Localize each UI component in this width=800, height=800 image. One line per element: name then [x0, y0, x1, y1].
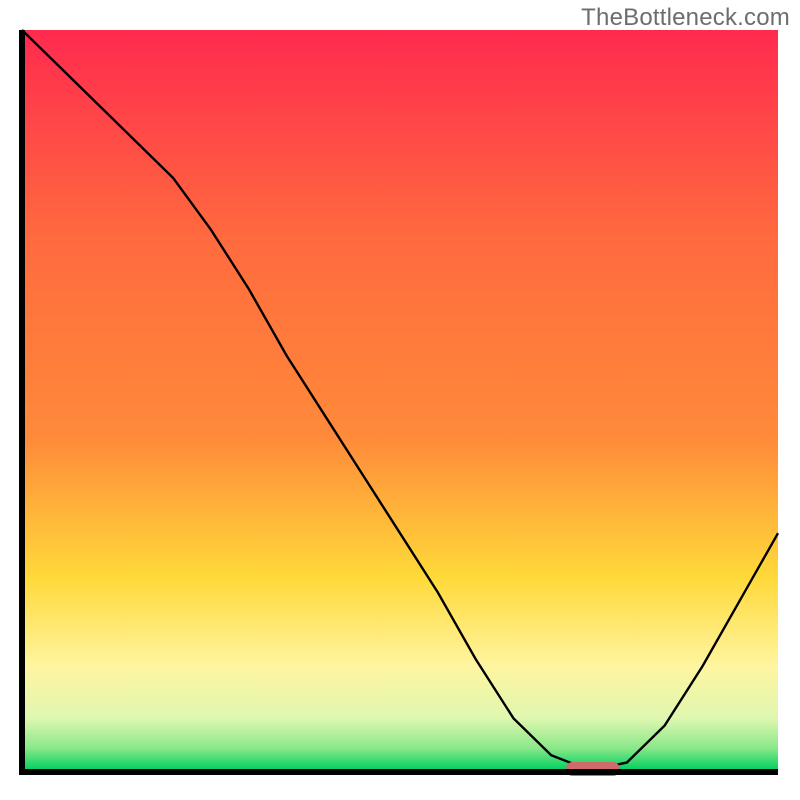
- plot-area: [22, 30, 778, 776]
- watermark-text: TheBottleneck.com: [581, 4, 790, 32]
- chart-svg: [0, 0, 800, 800]
- bottleneck-chart: TheBottleneck.com: [0, 0, 800, 800]
